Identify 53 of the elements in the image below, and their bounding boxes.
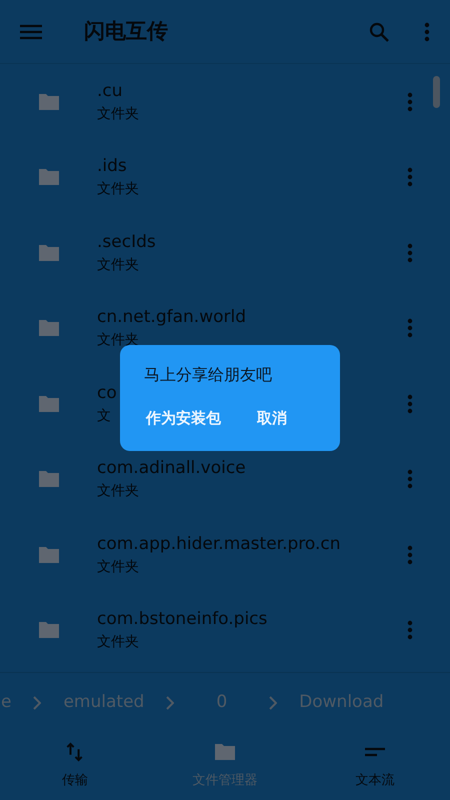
lines-icon bbox=[365, 747, 385, 757]
folder-icon bbox=[37, 167, 61, 188]
chevron-icon bbox=[269, 696, 278, 710]
folder-name[interactable]: com.app.hider.master.pro.cn bbox=[97, 532, 341, 556]
nav-tab[interactable]: 文件管理器 bbox=[150, 741, 300, 800]
search-icon[interactable] bbox=[369, 22, 389, 42]
chevron-icon bbox=[33, 696, 42, 710]
folder-subtitle: 文件夹 bbox=[97, 331, 139, 350]
menu-icon[interactable] bbox=[20, 24, 42, 40]
folder-subtitle: 文件夹 bbox=[97, 104, 139, 124]
folder-subtitle: 文件夹 bbox=[97, 482, 139, 502]
folder-subtitle: 文 bbox=[97, 406, 111, 426]
folder-name[interactable]: .ids bbox=[97, 154, 127, 178]
folder-icon bbox=[213, 742, 237, 762]
folder-icon bbox=[37, 242, 61, 263]
scrollbar[interactable] bbox=[433, 76, 440, 108]
more-icon[interactable] bbox=[407, 394, 413, 414]
folder-name[interactable]: .cu bbox=[97, 78, 123, 103]
folder-icon bbox=[37, 469, 61, 490]
breadcrumb-item[interactable]: e bbox=[1, 690, 12, 716]
more-icon[interactable] bbox=[407, 469, 413, 490]
folder-icon bbox=[37, 544, 61, 565]
dialog-message: 马上分享给朋友吧 bbox=[144, 364, 273, 386]
nav-tab[interactable]: 传输 bbox=[0, 741, 150, 800]
breadcrumb-item[interactable]: emulated bbox=[63, 690, 144, 716]
dialog-button[interactable]: 取消 bbox=[257, 407, 287, 430]
folder-icon bbox=[37, 318, 61, 338]
more-icon[interactable] bbox=[407, 544, 413, 565]
folder-subtitle: 文件夹 bbox=[97, 180, 139, 200]
more-icon[interactable] bbox=[407, 92, 413, 112]
folder-name[interactable]: com.bstoneinfo.pics bbox=[97, 607, 268, 632]
more-icon[interactable] bbox=[424, 22, 430, 42]
dialog-button[interactable]: 作为安装包 bbox=[146, 407, 221, 430]
breadcrumb-item[interactable]: Download bbox=[299, 690, 384, 716]
folder-name[interactable]: cn.net.gfan.world bbox=[97, 305, 246, 330]
app-title: 闪电互传 bbox=[84, 18, 169, 45]
more-icon[interactable] bbox=[407, 620, 413, 640]
folder-name[interactable]: co bbox=[97, 380, 117, 405]
nav-tab[interactable]: 文本流 bbox=[300, 741, 450, 800]
chevron-icon bbox=[166, 696, 174, 710]
folder-icon bbox=[37, 620, 61, 640]
more-icon[interactable] bbox=[407, 242, 413, 263]
more-icon[interactable] bbox=[407, 318, 413, 338]
folder-icon bbox=[37, 92, 61, 112]
folder-name[interactable]: com.adinall.voice bbox=[97, 456, 246, 480]
breadcrumb-item[interactable]: 0 bbox=[196, 690, 248, 716]
more-icon[interactable] bbox=[407, 167, 413, 188]
folder-subtitle: 文件夹 bbox=[97, 558, 139, 577]
folder-name[interactable]: .secIds bbox=[97, 230, 156, 254]
folder-subtitle: 文件夹 bbox=[97, 633, 139, 652]
swap-arrows-icon bbox=[66, 742, 84, 762]
folder-icon bbox=[37, 394, 61, 414]
folder-subtitle: 文件夹 bbox=[97, 256, 139, 275]
